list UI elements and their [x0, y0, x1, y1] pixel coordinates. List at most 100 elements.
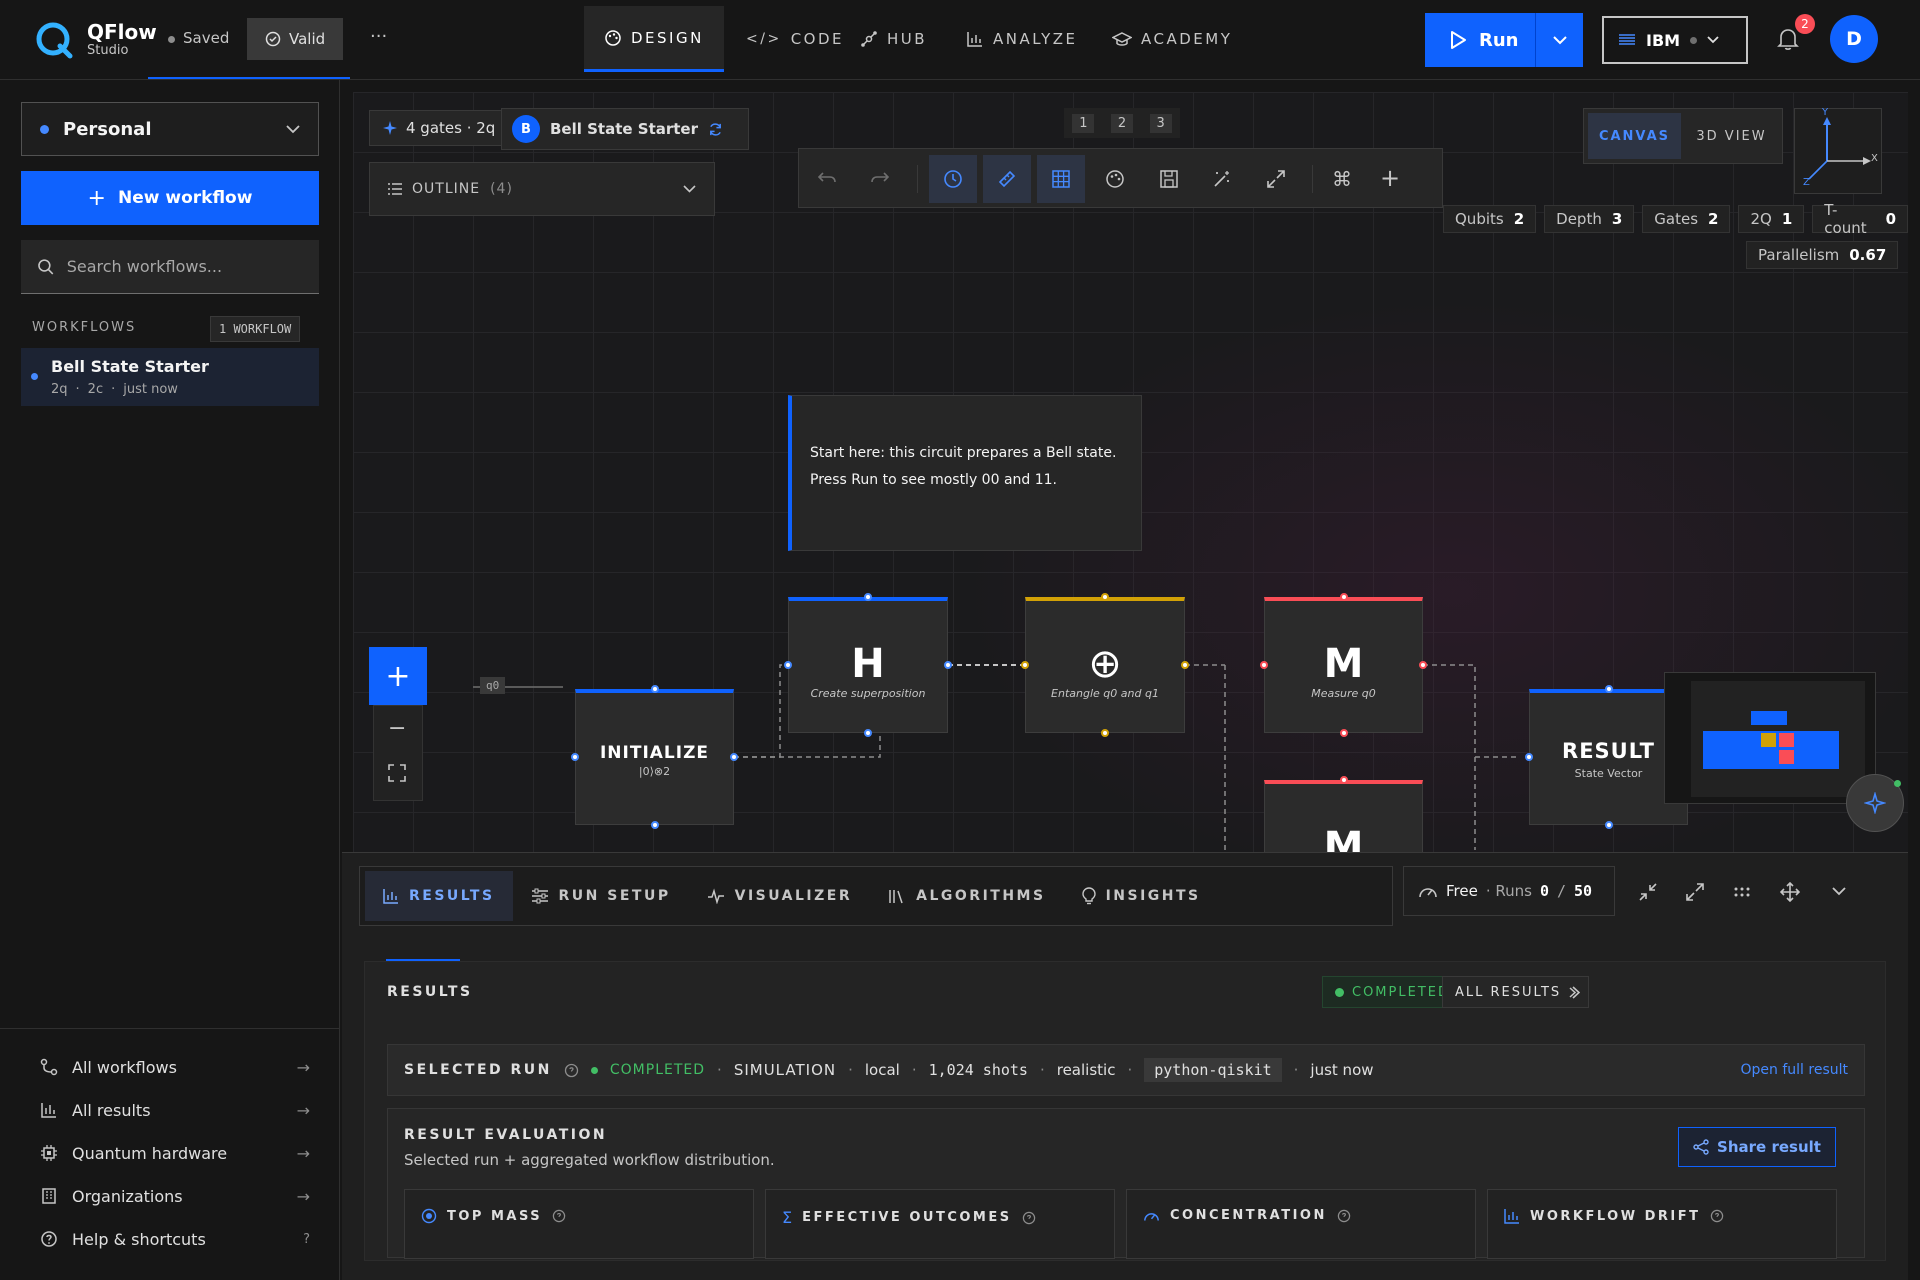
search-input[interactable] — [66, 257, 303, 276]
view-toggle: CANVAS 3D VIEW — [1583, 108, 1783, 164]
panel-tab-run-setup[interactable]: RUN SETUP — [513, 871, 689, 921]
workspace-selector[interactable]: Personal — [21, 102, 319, 156]
user-avatar[interactable]: D — [1830, 15, 1878, 63]
redo-icon[interactable] — [870, 169, 890, 187]
move-icon[interactable] — [1780, 882, 1800, 902]
port[interactable] — [1181, 661, 1189, 669]
start-here-note[interactable]: Start here: this circuit prepares a Bell… — [788, 395, 1142, 551]
initialize-node[interactable]: INITIALIZE |0⟩⊗2 — [575, 689, 734, 825]
port[interactable] — [1340, 593, 1348, 601]
measure-gate-symbol: M — [1323, 824, 1364, 852]
workflow-list-item[interactable]: Bell State Starter 2q · 2c · just now — [21, 348, 319, 406]
zoom-out-button[interactable]: − — [388, 716, 406, 741]
chevron-down-icon[interactable] — [1832, 887, 1846, 896]
port[interactable] — [864, 593, 872, 601]
port[interactable] — [944, 661, 952, 669]
port[interactable] — [1419, 661, 1427, 669]
metric-card-effective-outcomes[interactable]: Σ EFFECTIVE OUTCOMES — [765, 1189, 1115, 1259]
sidebar-link-organizations[interactable]: Organizations → — [40, 1181, 310, 1211]
h-gate-node[interactable]: H Create superposition — [788, 597, 948, 733]
metric-card-concentration[interactable]: CONCENTRATION — [1126, 1189, 1476, 1259]
new-workflow-button[interactable]: + New workflow — [21, 171, 319, 225]
port[interactable] — [651, 685, 659, 693]
metric-card-top-mass[interactable]: TOP MASS — [404, 1189, 754, 1259]
port[interactable] — [1525, 753, 1533, 761]
panel-tab-algorithms[interactable]: ALGORITHMS — [870, 871, 1063, 921]
measure-q1-node[interactable]: M — [1264, 780, 1423, 852]
port[interactable] — [1260, 661, 1268, 669]
tab-hub[interactable]: HUB — [840, 6, 947, 72]
port[interactable] — [864, 729, 872, 737]
drag-handle-icon[interactable] — [1733, 883, 1751, 901]
palette-icon[interactable] — [1105, 169, 1125, 189]
step-1[interactable]: 1 — [1072, 113, 1095, 133]
port[interactable] — [1101, 593, 1109, 601]
valid-button[interactable]: Valid — [247, 18, 344, 60]
outline-dropdown[interactable]: OUTLINE (4) — [369, 162, 715, 216]
circuit-name-chip[interactable]: B Bell State Starter — [501, 108, 749, 150]
workspace-label: Personal — [63, 118, 152, 140]
share-icon — [1693, 1139, 1709, 1155]
port[interactable] — [1605, 821, 1613, 829]
metric-gates: Gates 2 — [1642, 205, 1731, 233]
port[interactable] — [730, 753, 738, 761]
port[interactable] — [1021, 661, 1029, 669]
port[interactable] — [651, 821, 659, 829]
port[interactable] — [1101, 729, 1109, 737]
plan-usage-chip[interactable]: Free · Runs 0 / 50 — [1403, 866, 1615, 916]
circuit-canvas[interactable]: 4 gates · 2q B Bell State Starter OUTLIN… — [353, 92, 1908, 852]
sync-icon — [710, 122, 721, 136]
undo-icon[interactable] — [817, 169, 837, 187]
metric-card-workflow-drift[interactable]: WORKFLOW DRIFT — [1487, 1189, 1837, 1259]
history-icon[interactable] — [929, 155, 977, 203]
minimap[interactable] — [1664, 672, 1876, 804]
run-button[interactable]: Run — [1425, 13, 1583, 67]
plus-icon: + — [87, 185, 106, 211]
tab-academy[interactable]: ACADEMY — [1092, 6, 1252, 72]
port[interactable] — [1605, 685, 1613, 693]
measure-q0-node[interactable]: M Measure q0 — [1264, 597, 1423, 733]
backend-selector[interactable]: IBM — [1602, 16, 1748, 64]
share-result-button[interactable]: Share result — [1678, 1127, 1836, 1167]
open-full-result-link[interactable]: Open full result — [1741, 1062, 1848, 1078]
port[interactable] — [784, 661, 792, 669]
step-3[interactable]: 3 — [1149, 113, 1172, 133]
ibm-logo-icon — [1619, 34, 1635, 45]
tab-academy-label: ACADEMY — [1141, 30, 1233, 48]
tab-analyze[interactable]: ANALYZE — [946, 6, 1098, 72]
axis-gizmo[interactable]: Y X Z — [1794, 107, 1882, 194]
all-results-button[interactable]: ALL RESULTS — [1442, 976, 1590, 1008]
chevron-right-icon[interactable] — [1572, 986, 1580, 999]
port[interactable] — [571, 753, 579, 761]
step-2[interactable]: 2 — [1110, 113, 1134, 133]
sidebar-link-help[interactable]: Help & shortcuts ? — [40, 1224, 310, 1254]
info-icon — [1022, 1211, 1035, 1224]
cnot-gate-node[interactable]: ⊕ Entangle q0 and q1 — [1025, 597, 1185, 733]
sidebar-link-all-workflows[interactable]: All workflows → — [40, 1052, 310, 1082]
view-3d-button[interactable]: 3D VIEW — [1685, 113, 1778, 159]
grid-icon[interactable] — [1037, 155, 1085, 203]
collapse-icon[interactable] — [1639, 883, 1657, 901]
view-canvas-button[interactable]: CANVAS — [1588, 113, 1681, 159]
panel-tab-results[interactable]: RESULTS — [365, 871, 513, 921]
magic-wand-icon[interactable] — [1212, 169, 1232, 189]
sidebar-link-quantum-hardware[interactable]: Quantum hardware → — [40, 1138, 310, 1168]
zoom-in-button[interactable]: + — [369, 647, 427, 705]
command-icon[interactable]: ⌘ — [1332, 167, 1352, 191]
panel-tab-insights[interactable]: INSIGHTS — [1064, 871, 1219, 921]
more-menu-button[interactable]: ··· — [370, 26, 387, 47]
gate-count-chip[interactable]: 4 gates · 2q — [369, 110, 509, 146]
expand-icon[interactable] — [1266, 169, 1286, 189]
port[interactable] — [1340, 729, 1348, 737]
run-options-dropdown[interactable] — [1535, 13, 1583, 67]
tab-design[interactable]: DESIGN — [584, 6, 724, 72]
save-image-icon[interactable] — [1159, 169, 1179, 189]
panel-tab-visualizer[interactable]: VISUALIZER — [689, 871, 871, 921]
port[interactable] — [1340, 776, 1348, 784]
sidebar-link-all-results[interactable]: All results → — [40, 1095, 310, 1125]
add-icon[interactable]: + — [1380, 166, 1400, 190]
ruler-icon[interactable] — [983, 155, 1031, 203]
maximize-icon[interactable] — [1686, 883, 1704, 901]
qflow-logo-icon[interactable] — [34, 20, 74, 60]
fit-view-icon[interactable] — [388, 764, 406, 782]
